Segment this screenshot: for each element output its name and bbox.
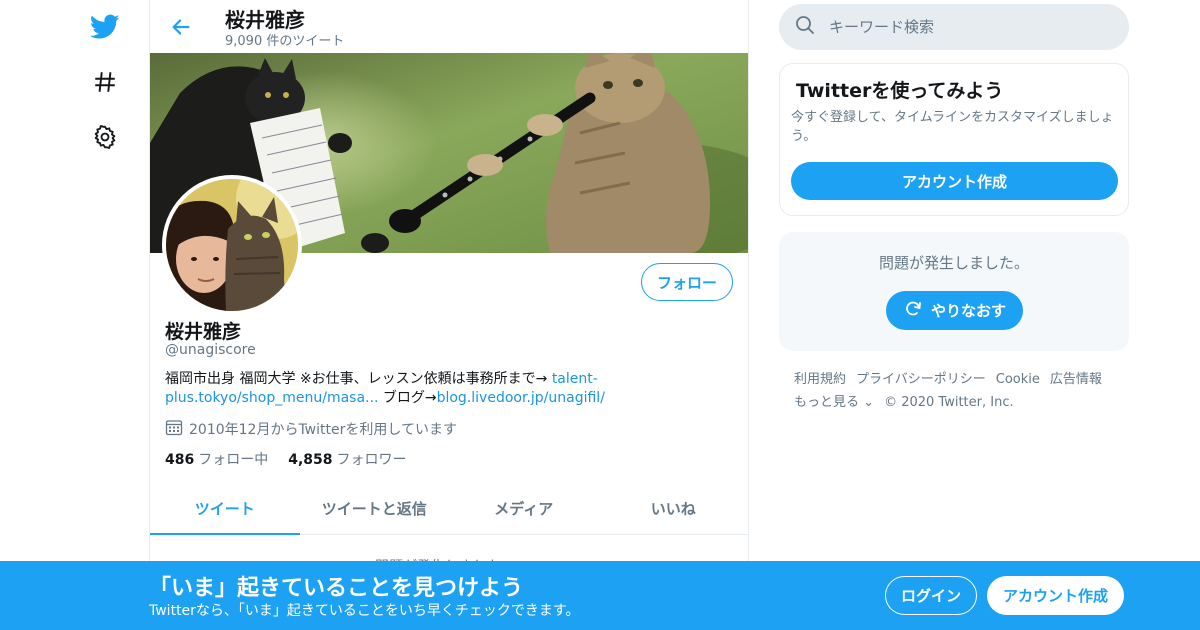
tab-likes[interactable]: いいね: [599, 482, 749, 534]
search-box[interactable]: [779, 4, 1129, 50]
signup-prompt-bar: 「いま」起きていることを見つけよう Twitterなら、「いま」起きていることを…: [0, 561, 1200, 630]
prompt-title: 「いま」起きていることを見つけよう: [149, 576, 524, 601]
footer-more-link[interactable]: もっと見る ⌄: [794, 395, 874, 410]
left-navigation: [80, 0, 140, 630]
footer-link-privacy[interactable]: プライバシーポリシー: [856, 372, 986, 387]
tab-tweets[interactable]: ツイート: [150, 482, 300, 535]
search-input[interactable]: [829, 18, 1099, 36]
bio-link-blog[interactable]: blog.livedoor.jp/unagifil/: [437, 390, 605, 406]
refresh-icon: [903, 299, 923, 323]
following-stat[interactable]: 486 フォロー中: [165, 449, 268, 469]
retry-button[interactable]: やりなおす: [886, 291, 1023, 330]
signup-card: Twitterを使ってみよう 今すぐ登録して、タイムラインをカスタマイズしましょ…: [779, 63, 1129, 216]
bottom-create-account-button[interactable]: アカウント作成: [987, 576, 1124, 615]
hashtag-icon[interactable]: [88, 65, 122, 99]
joined-date: 2010年12月からTwitterを利用しています: [165, 418, 457, 440]
footer-links: 利用規約 プライバシーポリシー Cookie 広告情報 もっと見る ⌄ © 2020 T…: [794, 368, 1124, 414]
footer-more-label: もっと見る: [794, 395, 860, 410]
signup-card-description: 今すぐ登録して、タイムラインをカスタマイズしましょう。: [791, 110, 1114, 144]
search-icon: [795, 15, 815, 39]
footer-link-ads[interactable]: 広告情報: [1050, 372, 1102, 387]
profile-column: 桜井雅彦 9,090 件のツイート フォロー 桜井雅彦 @unagiscore …: [149, 0, 749, 630]
footer-link-cookie[interactable]: Cookie: [996, 372, 1040, 387]
header-title: 桜井雅彦: [225, 8, 305, 32]
follow-stats: 486 フォロー中 4,858 フォロワー: [165, 449, 407, 469]
followers-count: 4,858: [288, 452, 333, 468]
footer-link-terms[interactable]: 利用規約: [794, 372, 846, 387]
following-count: 486: [165, 452, 195, 468]
bio-text-1: 福岡市出身 福岡大学 ※お仕事、レッスン依頼は事務所まで→: [165, 371, 552, 387]
tab-media[interactable]: メディア: [449, 482, 599, 534]
tab-tweets-and-replies[interactable]: ツイートと返信: [300, 482, 450, 534]
profile-tabs: ツイート ツイートと返信 メディア いいね: [150, 482, 748, 535]
twitter-bird-icon[interactable]: [88, 10, 122, 44]
joined-text: 2010年12月からTwitterを利用しています: [189, 422, 457, 438]
profile-name: 桜井雅彦: [165, 321, 242, 343]
bio-text-2: ブログ→: [378, 390, 437, 406]
profile-handle: @unagiscore: [165, 342, 256, 358]
create-account-button[interactable]: アカウント作成: [791, 162, 1118, 200]
login-button[interactable]: ログイン: [885, 576, 977, 615]
followers-stat[interactable]: 4,858 フォロワー: [288, 449, 406, 469]
footer-copyright: © 2020 Twitter, Inc.: [884, 395, 1014, 410]
chevron-down-icon: ⌄: [863, 395, 875, 410]
error-card: 問題が発生しました。 やりなおす: [779, 232, 1129, 351]
profile-header-bar: 桜井雅彦 9,090 件のツイート: [150, 0, 748, 53]
following-label: フォロー中: [198, 452, 269, 468]
back-arrow-icon[interactable]: [166, 12, 196, 42]
error-message: 問題が発生しました。: [878, 254, 1029, 272]
header-tweet-count: 9,090 件のツイート: [225, 34, 345, 49]
followers-label: フォロワー: [336, 452, 407, 468]
calendar-icon: [165, 418, 183, 440]
signup-card-title: Twitterを使ってみよう: [796, 80, 1004, 102]
follow-button[interactable]: フォロー: [641, 263, 733, 301]
prompt-subtitle: Twitterなら、「いま」起きていることをいち早くチェックできます。: [149, 603, 580, 619]
profile-bio: 福岡市出身 福岡大学 ※お仕事、レッスン依頼は事務所まで→ talent-plu…: [165, 370, 725, 408]
retry-label: やりなおす: [930, 302, 1006, 320]
settings-gear-icon[interactable]: [88, 120, 122, 154]
profile-avatar[interactable]: [162, 175, 302, 315]
